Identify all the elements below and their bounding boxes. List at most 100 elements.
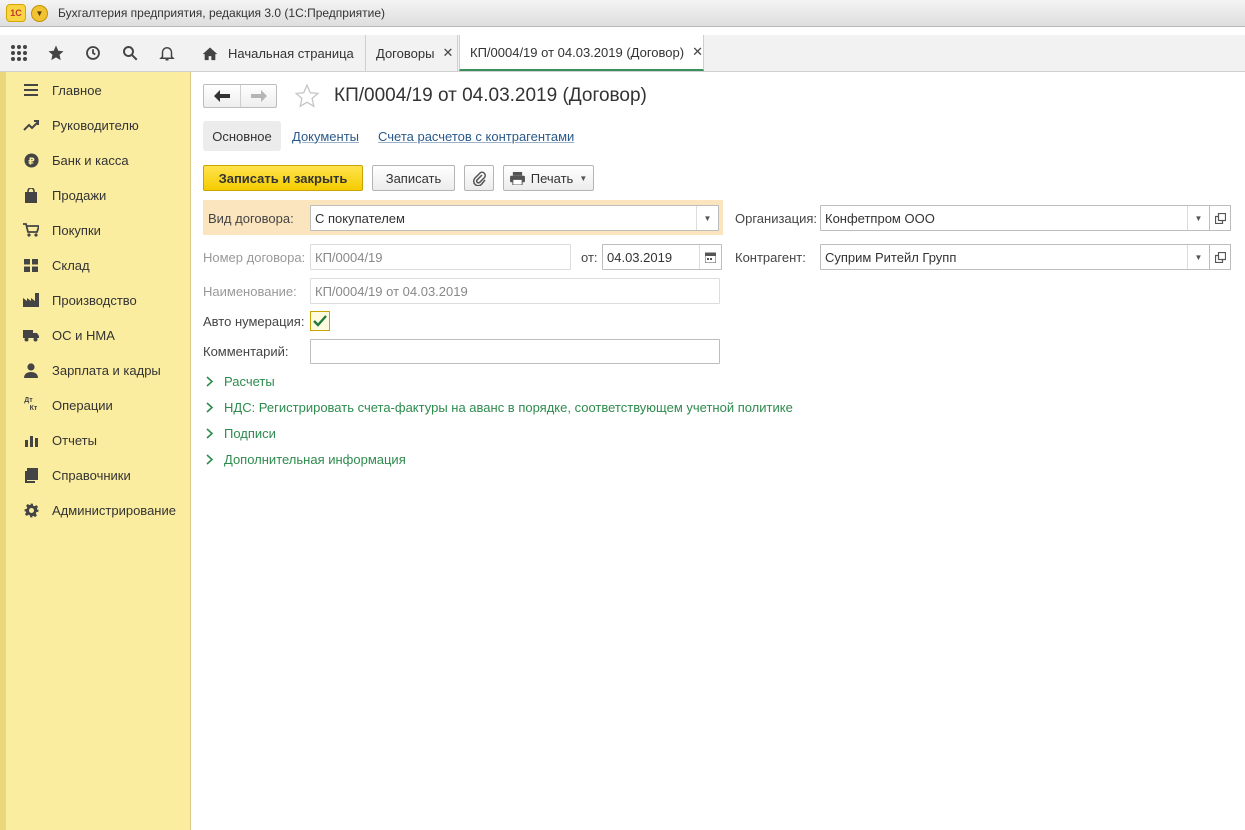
- chevron-right-icon: [206, 427, 220, 439]
- sidebar-item-label: ОС и НМА: [52, 327, 115, 343]
- home-icon: [202, 47, 218, 60]
- tab-home-label: Начальная страница: [228, 45, 354, 61]
- person-icon: [20, 362, 42, 378]
- sidebar-item-production[interactable]: Производство: [20, 290, 137, 310]
- printer-icon: [509, 171, 525, 185]
- notifications-bell-icon[interactable]: [148, 35, 185, 71]
- sidebar-item-purchases[interactable]: Покупки: [20, 220, 101, 240]
- print-button[interactable]: Печать ▼: [503, 165, 594, 191]
- comment-label: Комментарий:: [203, 344, 289, 359]
- app-logo-icon: 1С: [6, 4, 26, 22]
- sidebar-item-directories[interactable]: Справочники: [20, 465, 131, 485]
- toolbar-icon-group: [0, 35, 190, 71]
- chevron-down-icon[interactable]: ▼: [1187, 245, 1209, 269]
- date-field[interactable]: 04.03.2019: [602, 244, 722, 270]
- favorites-star-icon[interactable]: [37, 35, 74, 71]
- gear-icon: [20, 502, 42, 518]
- group-label: Подписи: [224, 425, 276, 441]
- bar-chart-icon: [20, 432, 42, 448]
- auto-numbering-checkbox[interactable]: [310, 311, 330, 331]
- tab-main[interactable]: Основное: [203, 121, 281, 151]
- sidebar-item-bank[interactable]: ₽ Банк и касса: [20, 150, 129, 170]
- tab-counterparty-accounts[interactable]: Счета расчетов с контрагентами: [378, 121, 574, 151]
- window-title-bar: 1С ▼ Бухгалтерия предприятия, редакция 3…: [0, 0, 1245, 27]
- sidebar-item-administration[interactable]: Администрирование: [20, 500, 176, 520]
- tab-contract-document[interactable]: КП/0004/19 от 04.03.2019 (Договор) ✕: [459, 35, 704, 71]
- date-label: от:: [581, 250, 598, 265]
- sidebar-item-operations[interactable]: Дт Кт Операции: [20, 395, 113, 415]
- group-label: Расчеты: [224, 373, 275, 389]
- sidebar-item-label: Операции: [52, 397, 113, 413]
- favorite-star-icon[interactable]: [294, 83, 320, 109]
- sidebar-item-label: Главное: [52, 82, 102, 98]
- main-menu-button[interactable]: ▼: [31, 4, 48, 22]
- contract-number-value: КП/0004/19: [315, 249, 383, 265]
- back-arrow-icon[interactable]: [204, 85, 240, 107]
- trend-arrow-icon: [20, 117, 42, 133]
- calendar-icon[interactable]: [699, 245, 721, 269]
- contract-number-field[interactable]: КП/0004/19: [310, 244, 571, 270]
- document-form: КП/0004/19 от 04.03.2019 (Договор) Основ…: [192, 72, 1245, 830]
- sidebar-item-payroll[interactable]: Зарплата и кадры: [20, 360, 161, 380]
- tab-home[interactable]: Начальная страница: [190, 35, 366, 71]
- organization-open-icon[interactable]: [1209, 205, 1231, 231]
- sections-grid-icon[interactable]: [0, 35, 37, 71]
- counterparty-open-icon[interactable]: [1209, 244, 1231, 270]
- organization-value: Конфетпром ООО: [825, 210, 935, 226]
- history-icon[interactable]: [74, 35, 111, 71]
- name-field[interactable]: КП/0004/19 от 04.03.2019: [310, 278, 720, 304]
- sidebar-item-label: Банк и касса: [52, 152, 129, 168]
- kt-glyph: Кт: [29, 405, 38, 412]
- navigation-buttons: [203, 84, 277, 108]
- group-settlements[interactable]: Расчеты: [206, 371, 275, 391]
- sidebar-item-main[interactable]: Главное: [20, 80, 102, 100]
- menu-lines-icon: [20, 82, 42, 98]
- tab-contracts[interactable]: Договоры ✕: [366, 35, 458, 71]
- checkmark-icon: [313, 315, 327, 327]
- factory-icon: [20, 292, 42, 308]
- svg-text:₽: ₽: [28, 156, 35, 167]
- dt-glyph: Дт: [24, 397, 33, 404]
- counterparty-select[interactable]: Суприм Ритейл Групп ▼: [820, 244, 1210, 270]
- sidebar-item-management[interactable]: Руководителю: [20, 115, 139, 135]
- date-value: 04.03.2019: [607, 249, 673, 265]
- sidebar-item-label: Зарплата и кадры: [52, 362, 161, 378]
- page-title: КП/0004/19 от 04.03.2019 (Договор): [334, 85, 647, 106]
- dt-kt-icon: Дт Кт: [20, 397, 42, 413]
- sidebar-item-reports[interactable]: Отчеты: [20, 430, 97, 450]
- chevron-down-icon[interactable]: ▼: [1187, 206, 1209, 230]
- sidebar-item-fixed-assets[interactable]: ОС и НМА: [20, 325, 115, 345]
- paperclip-icon: [472, 171, 486, 186]
- group-signatures[interactable]: Подписи: [206, 423, 276, 443]
- save-and-close-button[interactable]: Записать и закрыть: [203, 165, 363, 191]
- sidebar-item-label: Покупки: [52, 222, 101, 238]
- shopping-bag-icon: [20, 187, 42, 203]
- tab-contract-document-close-icon[interactable]: ✕: [692, 44, 703, 60]
- attach-button[interactable]: [464, 165, 494, 191]
- sidebar-item-label: Отчеты: [52, 432, 97, 448]
- contract-type-select[interactable]: С покупателем ▼: [310, 205, 719, 231]
- sidebar-item-label: Администрирование: [52, 502, 176, 518]
- tab-documents[interactable]: Документы: [292, 121, 359, 151]
- contract-type-value: С покупателем: [315, 210, 405, 226]
- sidebar-item-label: Справочники: [52, 467, 131, 483]
- search-icon[interactable]: [111, 35, 148, 71]
- chevron-down-icon[interactable]: ▼: [696, 206, 718, 230]
- group-additional-info[interactable]: Дополнительная информация: [206, 449, 406, 469]
- counterparty-value: Суприм Ритейл Групп: [825, 249, 957, 265]
- organization-label: Организация:: [735, 211, 818, 226]
- forward-arrow-icon[interactable]: [240, 85, 276, 107]
- sections-sidebar: Главное Руководителю ₽ Банк и касса Прод…: [0, 72, 191, 830]
- group-label: Дополнительная информация: [224, 451, 406, 467]
- sidebar-item-warehouse[interactable]: Склад: [20, 255, 90, 275]
- contract-number-label: Номер договора:: [203, 250, 306, 265]
- group-vat[interactable]: НДС: Регистрировать счета-фактуры на ава…: [206, 397, 793, 417]
- organization-select[interactable]: Конфетпром ООО ▼: [820, 205, 1210, 231]
- tab-contracts-close-icon[interactable]: ✕: [442, 45, 453, 61]
- print-button-label: Печать: [530, 170, 574, 186]
- name-value: КП/0004/19 от 04.03.2019: [315, 283, 468, 299]
- truck-icon: [20, 327, 42, 343]
- sidebar-item-sales[interactable]: Продажи: [20, 185, 106, 205]
- save-button[interactable]: Записать: [372, 165, 455, 191]
- comment-field[interactable]: [310, 339, 720, 364]
